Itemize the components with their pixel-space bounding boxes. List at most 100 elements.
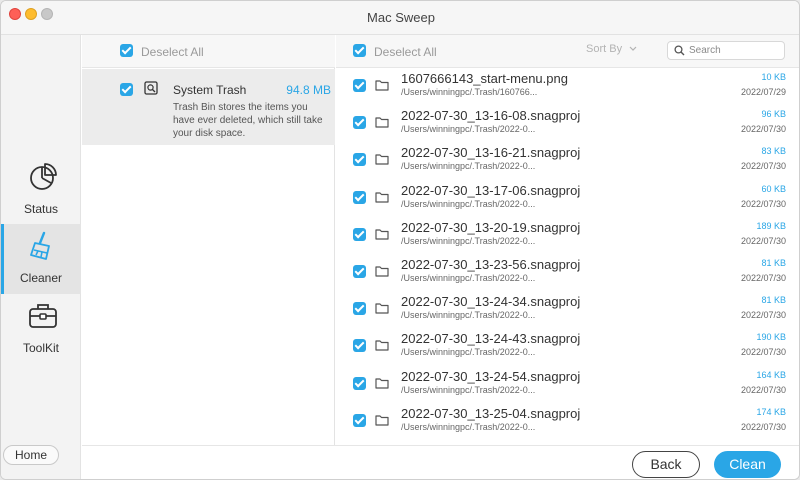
file-row[interactable]: 2022-07-30_13-24-54.snagproj/Users/winni…: [336, 367, 786, 404]
sidebar-item-toolkit[interactable]: ToolKit: [1, 294, 81, 364]
file-list-header: Deselect All Sort By: [336, 35, 799, 68]
file-path: /Users/winningpc/.Trash/2022-0...: [401, 198, 536, 209]
file-size: 96 KB: [761, 109, 786, 120]
file-row[interactable]: 2022-07-30_13-16-08.snagproj/Users/winni…: [336, 106, 786, 143]
file-name: 2022-07-30_13-20-19.snagproj: [401, 219, 581, 235]
file-path: /Users/winningpc/.Trash/2022-0...: [401, 161, 536, 172]
sidebar-item-label: Status: [23, 202, 59, 216]
title-bar: Mac Sweep: [1, 1, 799, 35]
sidebar-item-label: Cleaner: [19, 271, 63, 285]
system-trash-size: 94.8 MB: [286, 83, 331, 97]
file-checkbox[interactable]: [353, 413, 366, 427]
folder-icon: [375, 266, 389, 277]
file-path: /Users/winningpc/.Trash/2022-0...: [401, 124, 536, 135]
system-trash-description: Trash Bin stores the items you have ever…: [173, 102, 323, 139]
file-path: /Users/winningpc/.Trash/2022-0...: [401, 273, 536, 283]
sidebar-item-cleaner[interactable]: Cleaner: [1, 224, 81, 294]
toolbox-icon: [29, 304, 57, 328]
file-name: 2022-07-30_13-16-08.snagproj: [401, 108, 581, 124]
file-panel: Deselect All Sort By 1607666143_start-me…: [336, 35, 799, 445]
file-row[interactable]: 2022-07-30_13-24-34.snagproj/Users/winni…: [336, 292, 786, 329]
chevron-down-icon: [629, 46, 637, 51]
file-date: 2022/07/30: [740, 235, 786, 246]
file-date: 2022/07/30: [740, 421, 786, 432]
file-size: 81 KB: [761, 258, 786, 268]
sidebar: Status Cleaner ToolKit Home: [1, 35, 81, 479]
file-date: 2022/07/30: [740, 347, 786, 358]
folder-icon: [375, 191, 389, 203]
file-date: 2022/07/30: [740, 384, 786, 395]
category-header: Deselect All: [82, 35, 335, 68]
file-checkbox[interactable]: [353, 265, 366, 278]
clean-button[interactable]: Clean: [714, 451, 781, 478]
file-name: 2022-07-30_13-24-34.snagproj: [401, 294, 581, 310]
deselect-all-files-checkbox[interactable]: [353, 44, 366, 57]
file-checkbox[interactable]: [353, 116, 366, 130]
system-trash-checkbox[interactable]: [120, 83, 133, 96]
file-date: 2022/07/30: [740, 198, 786, 209]
file-row[interactable]: 2022-07-30_13-24-43.snagproj/Users/winni…: [336, 329, 786, 366]
file-size: 190 KB: [756, 332, 786, 343]
file-row[interactable]: 2022-07-30_13-17-06.snagproj/Users/winni…: [336, 181, 786, 218]
file-checkbox[interactable]: [353, 153, 366, 167]
file-checkbox[interactable]: [353, 376, 366, 390]
file-path: /Users/winningpc/.Trash/2022-0...: [401, 384, 536, 395]
file-list-scrollbar[interactable]: [793, 69, 798, 445]
deselect-all-checkbox[interactable]: [120, 44, 133, 57]
file-date: 2022/07/30: [740, 310, 786, 321]
file-date: 2022/07/30: [740, 161, 786, 172]
folder-icon: [375, 229, 389, 240]
file-row[interactable]: 2022-07-30_13-25-04.snagproj/Users/winni…: [336, 404, 786, 441]
file-row[interactable]: 2022-07-30_13-20-19.snagproj/Users/winni…: [336, 218, 786, 255]
app-window: Mac Sweep Status Cleaner ToolKit Home De…: [0, 0, 800, 480]
file-date: 2022/07/30: [740, 273, 786, 283]
file-path: /Users/winningpc/.Trash/160766...: [401, 87, 538, 97]
file-checkbox[interactable]: [353, 227, 366, 241]
search-box[interactable]: [667, 41, 785, 60]
category-panel: Deselect All System Trash 94.8 MB Trash …: [82, 35, 335, 445]
search-icon: [674, 45, 685, 56]
file-size: 10 KB: [761, 72, 786, 82]
file-row[interactable]: 2022-07-30_13-23-56.snagproj/Users/winni…: [336, 255, 786, 292]
sort-by-dropdown[interactable]: Sort By: [586, 43, 637, 55]
file-list: 1607666143_start-menu.png/Users/winningp…: [336, 69, 786, 445]
window-title: Mac Sweep: [367, 10, 435, 25]
file-checkbox[interactable]: [353, 79, 366, 92]
file-size: 83 KB: [761, 146, 786, 157]
sidebar-item-status[interactable]: Status: [1, 155, 81, 225]
file-name: 2022-07-30_13-17-06.snagproj: [401, 182, 581, 198]
file-name: 2022-07-30_13-24-54.snagproj: [401, 368, 581, 384]
folder-icon: [375, 117, 389, 128]
search-input[interactable]: [689, 43, 781, 58]
system-trash-name: System Trash: [173, 83, 247, 97]
file-size: 81 KB: [761, 295, 786, 306]
file-row[interactable]: 2022-07-30_13-16-21.snagproj/Users/winni…: [336, 143, 786, 180]
file-checkbox[interactable]: [353, 190, 366, 204]
folder-icon: [375, 80, 389, 91]
action-bar: Back Clean: [82, 445, 799, 479]
file-checkbox[interactable]: [353, 339, 366, 353]
deselect-all-files-label[interactable]: Deselect All: [374, 45, 437, 59]
category-item-system-trash[interactable]: System Trash 94.8 MB Trash Bin stores th…: [82, 69, 335, 145]
file-checkbox[interactable]: [353, 302, 366, 316]
home-button[interactable]: Home: [3, 445, 59, 465]
file-path: /Users/winningpc/.Trash/2022-0...: [401, 310, 536, 321]
folder-icon: [375, 340, 389, 351]
file-path: /Users/winningpc/.Trash/2022-0...: [401, 421, 536, 432]
deselect-all-label[interactable]: Deselect All: [141, 45, 204, 59]
file-name: 2022-07-30_13-25-04.snagproj: [401, 405, 581, 421]
file-row[interactable]: 1607666143_start-menu.png/Users/winningp…: [336, 69, 786, 106]
file-size: 60 KB: [761, 183, 786, 194]
file-size: 164 KB: [756, 369, 786, 380]
file-name: 1607666143_start-menu.png: [401, 71, 568, 86]
sort-by-label: Sort By: [586, 43, 623, 55]
back-button[interactable]: Back: [632, 451, 700, 478]
file-date: 2022/07/29: [740, 87, 786, 97]
sidebar-item-label: ToolKit: [22, 341, 60, 355]
file-size: 174 KB: [756, 406, 786, 417]
file-date: 2022/07/30: [740, 124, 786, 135]
file-size: 189 KB: [756, 220, 786, 231]
file-name: 2022-07-30_13-16-21.snagproj: [401, 145, 581, 161]
pie-chart-icon: [30, 163, 57, 190]
file-path: /Users/winningpc/.Trash/2022-0...: [401, 347, 536, 358]
